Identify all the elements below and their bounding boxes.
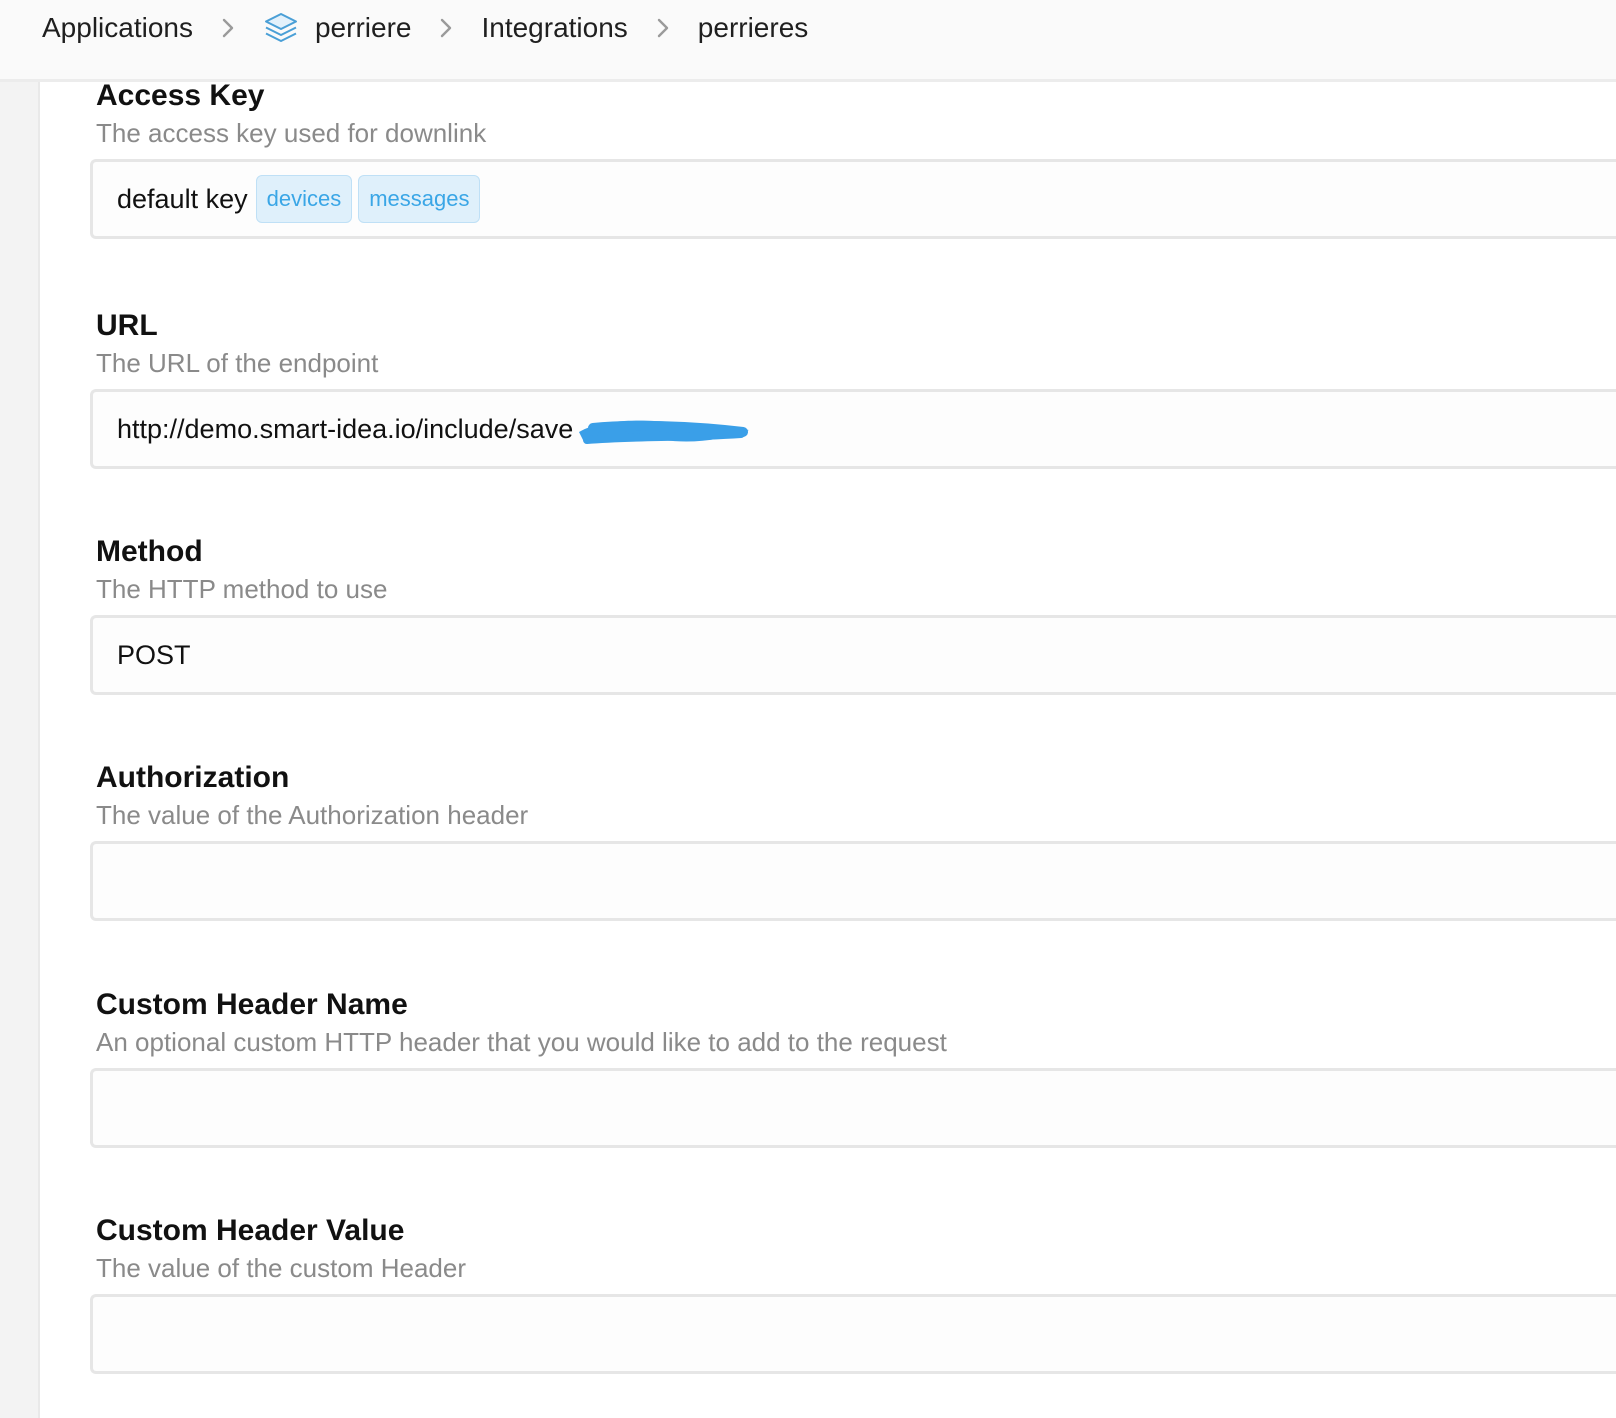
custom-header-name-field: Custom Header Name An optional custom HT…	[90, 988, 1616, 1148]
access-key-right-tag: messages	[358, 175, 481, 223]
breadcrumb-current-integration: perrieres	[697, 12, 809, 43]
custom-header-value-label: Custom Header Value	[96, 1214, 405, 1247]
chevron-right-icon	[656, 17, 670, 39]
top-bar: Applications perriere Integrations perri…	[0, 0, 1616, 82]
breadcrumb-applications[interactable]: Applications	[42, 12, 193, 44]
url-value: http://demo.smart-idea.io/include/save	[117, 413, 574, 444]
access-key-value: default key	[117, 183, 248, 214]
custom-header-value-description: The value of the custom Header	[96, 1253, 466, 1283]
method-select[interactable]: POST	[90, 615, 1616, 695]
access-key-description: The access key used for downlink	[96, 118, 487, 148]
breadcrumb-application-perriere[interactable]: perriere	[315, 12, 411, 44]
access-key-select[interactable]: default key devices messages	[90, 159, 1616, 239]
custom-header-value-field: Custom Header Value The value of the cus…	[90, 1214, 1616, 1374]
authorization-input[interactable]	[90, 841, 1616, 921]
method-description: The HTTP method to use	[96, 574, 388, 604]
url-input[interactable]: http://demo.smart-idea.io/include/save	[90, 389, 1616, 469]
authorization-field: Authorization The value of the Authoriza…	[90, 761, 1616, 921]
custom-header-name-label: Custom Header Name	[96, 988, 408, 1021]
url-label: URL	[96, 309, 158, 342]
redaction-scribble	[579, 420, 749, 444]
method-value: POST	[117, 639, 191, 670]
chevron-right-icon	[439, 17, 453, 39]
access-key-label: Access Key	[96, 79, 265, 112]
url-field: URL The URL of the endpoint http://demo.…	[90, 309, 1616, 469]
custom-header-value-input[interactable]	[90, 1294, 1616, 1374]
integration-settings-panel: Access Key The access key used for downl…	[38, 79, 1616, 1418]
authorization-label: Authorization	[96, 761, 290, 794]
custom-header-name-input[interactable]	[90, 1068, 1616, 1148]
method-field: Method The HTTP method to use POST	[90, 535, 1616, 695]
chevron-right-icon	[221, 17, 235, 39]
url-description: The URL of the endpoint	[96, 348, 379, 378]
access-key-field: Access Key The access key used for downl…	[90, 79, 1616, 239]
access-key-right-tag: devices	[255, 175, 353, 223]
layers-icon	[263, 10, 299, 46]
breadcrumb: Applications perriere Integrations perri…	[42, 0, 808, 56]
custom-header-name-description: An optional custom HTTP header that you …	[96, 1027, 947, 1057]
breadcrumb-integrations[interactable]: Integrations	[481, 12, 627, 44]
method-label: Method	[96, 535, 203, 568]
authorization-description: The value of the Authorization header	[96, 800, 529, 830]
